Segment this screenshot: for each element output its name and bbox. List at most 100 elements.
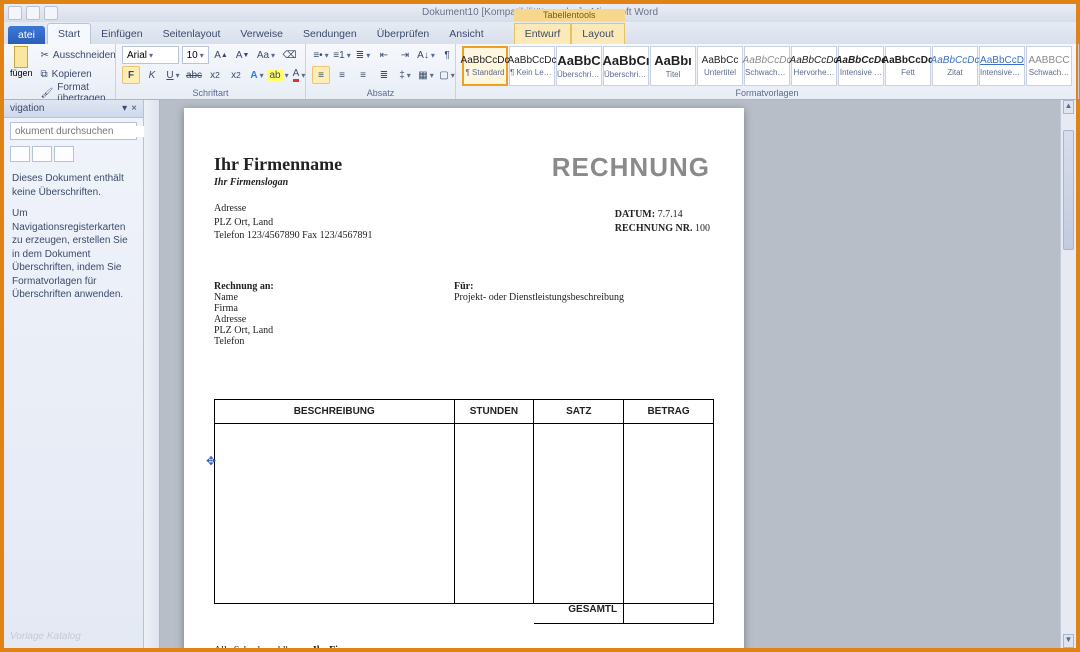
align-justify-icon: ≣ bbox=[380, 70, 388, 81]
style-tile[interactable]: AaBbCÜberschrif… bbox=[556, 46, 602, 86]
navpane-info-2: Um Navigationsregisterkarten zu erzeugen… bbox=[12, 207, 135, 302]
navigation-pane: vigation ▾ × 🔍 Dieses Dokument enthält k… bbox=[4, 100, 144, 648]
navtab-pages[interactable] bbox=[32, 146, 52, 162]
indent-right-icon: ⇥ bbox=[401, 50, 409, 61]
style-tile[interactable]: AaBbCıÜberschrif… bbox=[603, 46, 649, 86]
ribbon-tabs: atei Start Einfügen Seitenlayout Verweis… bbox=[4, 22, 1076, 44]
group-styles: AaBbCcDc¶ StandardAaBbCcDc¶ Kein Lee…AaB… bbox=[456, 44, 1079, 99]
bill-to-section[interactable]: Rechnung an: Name Firma Adresse PLZ Ort,… bbox=[214, 281, 714, 347]
italic-button[interactable]: K bbox=[143, 66, 161, 84]
group-paragraph-label: Absatz bbox=[312, 88, 449, 99]
inv-value: 100 bbox=[695, 223, 710, 234]
multilevel-button[interactable]: ≣ bbox=[354, 46, 372, 64]
change-case-button[interactable]: Aa bbox=[255, 46, 277, 64]
style-sample: AaBbCcDd bbox=[882, 55, 934, 66]
tab-verweise[interactable]: Verweise bbox=[230, 24, 293, 44]
tab-ueberpruefen[interactable]: Überprüfen bbox=[367, 24, 440, 44]
total-row[interactable]: GESAMTL bbox=[215, 603, 714, 623]
table-anchor-icon[interactable]: ✥ bbox=[206, 454, 216, 469]
align-left-button[interactable]: ≡ bbox=[312, 66, 330, 84]
style-tile[interactable]: AaBbCcDc¶ Standard bbox=[462, 46, 508, 86]
footer-company: Ihr Firmenname bbox=[313, 645, 384, 649]
style-tile[interactable]: AaBbCcDcHervorhe… bbox=[791, 46, 837, 86]
align-right-icon: ≡ bbox=[360, 70, 366, 81]
scroll-up-button[interactable]: ▲ bbox=[1063, 100, 1074, 114]
group-clipboard: fügen ✂Ausschneiden ⧉Kopieren 🖌Format üb… bbox=[4, 44, 116, 99]
text-effects-button[interactable]: A bbox=[248, 66, 266, 84]
tab-layout[interactable]: Layout bbox=[571, 23, 625, 44]
align-left-icon: ≡ bbox=[318, 70, 324, 81]
group-font: Arial 10 A▲ A▼ Aa ⌫ F K U abc x2 x2 A ab… bbox=[116, 44, 306, 99]
page[interactable]: ✥ RECHNUNG Ihr Firmenname Ihr Firmenslog… bbox=[184, 108, 744, 648]
copy-button[interactable]: ⧉Kopieren bbox=[37, 65, 123, 83]
align-justify-button[interactable]: ≣ bbox=[375, 66, 393, 84]
align-center-button[interactable]: ≡ bbox=[333, 66, 351, 84]
tab-seitenlayout[interactable]: Seitenlayout bbox=[153, 24, 231, 44]
invoice-footer[interactable]: Alle Schecks zahlbar an Ihr Firmenname .… bbox=[214, 644, 714, 649]
inv-label: RECHNUNG NR. bbox=[615, 223, 693, 234]
font-size-combo[interactable]: 10 bbox=[182, 46, 209, 64]
strike-button[interactable]: abc bbox=[185, 66, 203, 84]
sort-button[interactable]: A↓ bbox=[417, 46, 435, 64]
scissors-icon: ✂ bbox=[41, 50, 49, 61]
grow-font-button[interactable]: A▲ bbox=[212, 46, 231, 64]
qat-redo-icon[interactable] bbox=[44, 6, 58, 20]
qat-save-icon[interactable] bbox=[8, 6, 22, 20]
vertical-scrollbar[interactable]: ▲ ▼ bbox=[1060, 100, 1076, 648]
tab-start[interactable]: Start bbox=[47, 23, 91, 44]
styles-gallery[interactable]: AaBbCcDc¶ StandardAaBbCcDc¶ Kein Lee…AaB… bbox=[462, 46, 1072, 86]
borders-button[interactable]: ▢ bbox=[438, 66, 456, 84]
tab-entwurf[interactable]: Entwurf bbox=[514, 23, 572, 44]
align-right-button[interactable]: ≡ bbox=[354, 66, 372, 84]
style-tile[interactable]: AaBbCcDdFett bbox=[885, 46, 931, 86]
paste-button[interactable]: fügen bbox=[10, 46, 33, 102]
subscript-button[interactable]: x2 bbox=[206, 66, 224, 84]
shrink-font-button[interactable]: A▼ bbox=[233, 46, 252, 64]
style-tile[interactable]: AaBbCcDcZitat bbox=[932, 46, 978, 86]
highlight-button[interactable]: ab bbox=[269, 66, 287, 84]
scroll-thumb[interactable] bbox=[1063, 130, 1074, 250]
clear-format-button[interactable]: ⌫ bbox=[280, 46, 299, 64]
numbering-button[interactable]: ≡1 bbox=[333, 46, 351, 64]
qat-undo-icon[interactable] bbox=[26, 6, 40, 20]
tab-sendungen[interactable]: Sendungen bbox=[293, 24, 367, 44]
style-tile[interactable]: AaBbCcDcIntensive … bbox=[838, 46, 884, 86]
cut-button[interactable]: ✂Ausschneiden bbox=[37, 46, 123, 64]
superscript-button[interactable]: x2 bbox=[227, 66, 245, 84]
invoice-table[interactable]: BESCHREIBUNG STUNDEN SATZ BETRAG GESAMTL bbox=[214, 399, 714, 624]
bold-button[interactable]: F bbox=[122, 66, 140, 84]
style-tile[interactable]: AaBbCcDIntensives… bbox=[979, 46, 1025, 86]
style-tile[interactable]: AaBbıTitel bbox=[650, 46, 696, 86]
bill-to-line: Name bbox=[214, 292, 454, 303]
style-sample: AaBbCcDc bbox=[508, 55, 557, 66]
document-canvas[interactable]: ✥ RECHNUNG Ihr Firmenname Ihr Firmenslog… bbox=[144, 100, 1076, 648]
font-name-combo[interactable]: Arial bbox=[122, 46, 179, 64]
line-spacing-button[interactable]: ‡ bbox=[396, 66, 414, 84]
style-tile[interactable]: AaBbCcUntertitel bbox=[697, 46, 743, 86]
style-tile[interactable]: AaBbCcDc ¶ Kein Lee… bbox=[509, 46, 555, 86]
indent-dec-button[interactable]: ⇤ bbox=[375, 46, 393, 64]
navtab-headings[interactable] bbox=[10, 146, 30, 162]
chevron-down-icon[interactable]: ▾ bbox=[122, 103, 127, 114]
tab-ansicht[interactable]: Ansicht bbox=[439, 24, 493, 44]
invoice-meta[interactable]: DATUM: 7.7.14 RECHNUNG NR. 100 bbox=[615, 208, 710, 236]
style-tile[interactable]: AaBbCcDcSchwache… bbox=[744, 46, 790, 86]
table-row[interactable] bbox=[215, 423, 714, 603]
scroll-down-button[interactable]: ▼ bbox=[1063, 634, 1074, 648]
navtab-results[interactable] bbox=[54, 146, 74, 162]
style-tile[interactable]: AABBCCSchwach… bbox=[1026, 46, 1072, 86]
tab-einfuegen[interactable]: Einfügen bbox=[91, 24, 152, 44]
font-color-icon: A bbox=[293, 69, 300, 82]
navpane-search[interactable]: 🔍 bbox=[10, 122, 137, 140]
close-icon[interactable]: × bbox=[131, 103, 137, 114]
indent-inc-button[interactable]: ⇥ bbox=[396, 46, 414, 64]
shading-button[interactable]: ▦ bbox=[417, 66, 435, 84]
tab-file[interactable]: atei bbox=[8, 26, 45, 44]
watermark: Vorlage Katalog bbox=[4, 625, 143, 648]
show-marks-button[interactable]: ¶ bbox=[438, 46, 456, 64]
search-input[interactable] bbox=[15, 126, 147, 137]
underline-button[interactable]: U bbox=[164, 66, 182, 84]
bullets-button[interactable]: ≡• bbox=[312, 46, 330, 64]
style-caption: Schwach… bbox=[1029, 68, 1069, 77]
style-caption: ¶ Kein Lee… bbox=[510, 68, 554, 77]
